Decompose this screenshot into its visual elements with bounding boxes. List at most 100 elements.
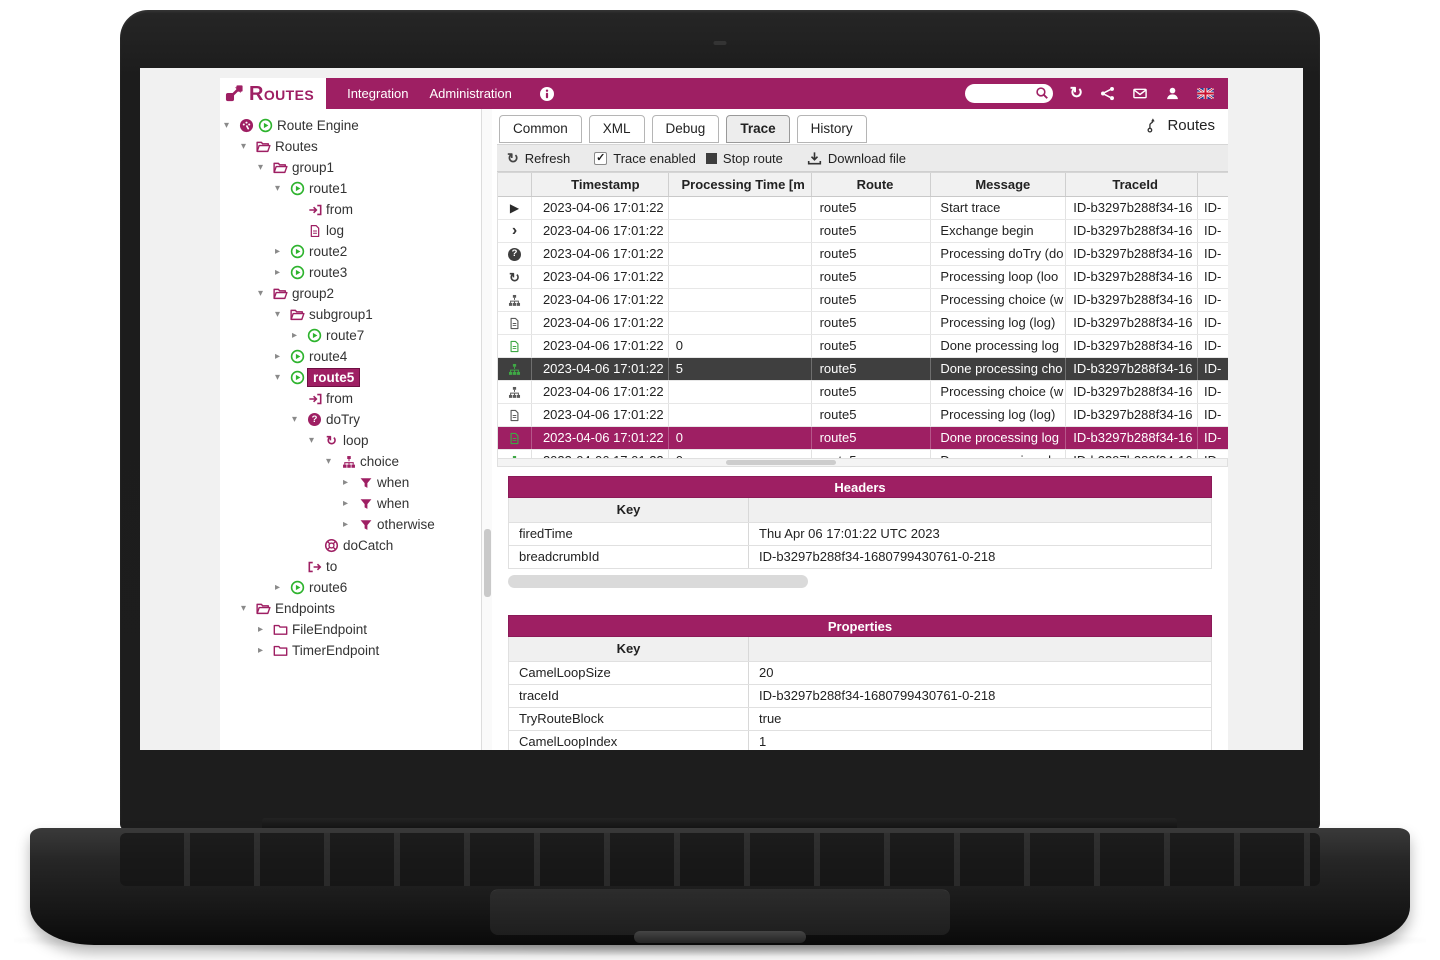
caret-down-icon[interactable] (241, 142, 254, 152)
table-row[interactable]: 2023-04-06 17:01:22route5Processing log … (498, 404, 1228, 427)
tree-node-group2[interactable]: group2 (220, 283, 492, 304)
tree-node-subgroup1[interactable]: subgroup1 (220, 304, 492, 325)
download-file-button[interactable]: Download file (807, 151, 906, 166)
tree-node-from[interactable]: from (220, 388, 492, 409)
search-box (965, 84, 1053, 103)
info-icon[interactable] (539, 86, 555, 102)
stop-route-button[interactable]: Stop route (706, 151, 783, 166)
caret-right-icon[interactable] (343, 478, 356, 488)
filter-icon (356, 518, 375, 532)
caret-down-icon[interactable] (258, 289, 271, 299)
tree-node-routes[interactable]: Routes (220, 136, 492, 157)
table-row[interactable]: 2023-04-06 17:01:22route5Processing log … (498, 312, 1228, 335)
tree-node-timerendpoint[interactable]: TimerEndpoint (220, 640, 492, 661)
share-icon[interactable] (1100, 86, 1115, 101)
tree-node-group1[interactable]: group1 (220, 157, 492, 178)
tree-node-to[interactable]: to (220, 556, 492, 577)
column-header-traceid[interactable]: TraceId (1066, 173, 1198, 196)
tab-common[interactable]: Common (499, 115, 582, 143)
tree-node-dotry[interactable]: doTry (220, 409, 492, 430)
refresh-icon (507, 151, 519, 165)
user-icon[interactable] (1165, 86, 1180, 101)
tree-scrollbar[interactable] (481, 109, 492, 750)
tree-node-otherwise[interactable]: otherwise (220, 514, 492, 535)
tree-node-choice[interactable]: choice (220, 451, 492, 472)
caret-right-icon[interactable] (258, 646, 271, 656)
brand[interactable]: Routes (220, 78, 326, 109)
download-file-label: Download file (828, 151, 906, 166)
tree-node-from[interactable]: from (220, 199, 492, 220)
table-row[interactable]: 2023-04-06 17:01:22route5Start traceID-b… (498, 197, 1228, 220)
tree-node-route1[interactable]: route1 (220, 178, 492, 199)
table-row[interactable]: 2023-04-06 17:01:22route5Exchange beginI… (498, 220, 1228, 243)
caret-down-icon[interactable] (258, 163, 271, 173)
refresh-icon[interactable]: ↻ (1070, 86, 1083, 102)
value-column-header (749, 498, 1211, 522)
cell-processing-time (669, 197, 812, 219)
table-row[interactable]: 2023-04-06 17:01:22route5Processing loop… (498, 266, 1228, 289)
menu-administration[interactable]: Administration (430, 86, 512, 101)
tree-node-docatch[interactable]: doCatch (220, 535, 492, 556)
caret-right-icon[interactable] (275, 247, 288, 257)
tree-node-route5-selected[interactable]: route5 (220, 367, 492, 388)
cell-route: route5 (812, 450, 932, 458)
column-header-timestamp[interactable]: Timestamp (532, 173, 669, 196)
refresh-button[interactable]: Refresh (507, 151, 570, 166)
caret-down-icon[interactable] (224, 121, 237, 131)
table-scrollbar-thumb[interactable] (726, 460, 836, 465)
table-row-selected-magenta[interactable]: 2023-04-06 17:01:220route5Done processin… (498, 427, 1228, 450)
column-header-exchangeid[interactable] (1198, 173, 1228, 196)
table-row[interactable]: 2023-04-06 17:01:220route5Done processin… (498, 450, 1228, 458)
caret-down-icon[interactable] (241, 604, 254, 614)
table-horizontal-scrollbar[interactable] (497, 458, 1228, 467)
mail-icon[interactable] (1132, 86, 1148, 101)
table-row[interactable]: 2023-04-06 17:01:22route5Processing choi… (498, 381, 1228, 404)
caret-down-icon[interactable] (326, 457, 339, 467)
caret-down-icon[interactable] (275, 310, 288, 320)
caret-right-icon[interactable] (343, 520, 356, 530)
tree-node-when[interactable]: when (220, 493, 492, 514)
table-row[interactable]: 2023-04-06 17:01:22route5Processing choi… (498, 289, 1228, 312)
tree-node-route6[interactable]: route6 (220, 577, 492, 598)
flag-icon-uk[interactable] (1197, 88, 1214, 99)
caret-right-icon[interactable] (275, 268, 288, 278)
caret-right-icon[interactable] (258, 625, 271, 635)
trace-enabled-toggle[interactable]: Trace enabled (594, 151, 696, 166)
tree-node-when[interactable]: when (220, 472, 492, 493)
caret-right-icon[interactable] (275, 352, 288, 362)
table-row-selected-dark[interactable]: 2023-04-06 17:01:225route5Done processin… (498, 358, 1228, 381)
caret-down-icon[interactable] (275, 373, 288, 383)
caret-right-icon[interactable] (275, 583, 288, 593)
play-circle-icon (288, 244, 307, 259)
trace-enabled-checkbox[interactable] (594, 152, 607, 165)
table-row[interactable]: 2023-04-06 17:01:22route5Processing doTr… (498, 243, 1228, 266)
headers-horizontal-scrollbar[interactable] (508, 575, 808, 588)
column-header-processing-time[interactable]: Processing Time [m (669, 173, 812, 196)
column-header-message[interactable]: Message (931, 173, 1066, 196)
table-row[interactable]: 2023-04-06 17:01:220route5Done processin… (498, 335, 1228, 358)
caret-down-icon[interactable] (275, 184, 288, 194)
caret-down-icon[interactable] (292, 415, 305, 425)
column-header-icon (498, 173, 532, 196)
tree-node-route3[interactable]: route3 (220, 262, 492, 283)
tree-node-route-engine[interactable]: Route Engine (220, 115, 492, 136)
menu-integration[interactable]: Integration (347, 86, 408, 101)
tab-trace[interactable]: Trace (726, 115, 789, 143)
column-header-route[interactable]: Route (812, 173, 932, 196)
tree-node-endpoints[interactable]: Endpoints (220, 598, 492, 619)
tree-node-route7[interactable]: route7 (220, 325, 492, 346)
tab-history[interactable]: History (797, 115, 867, 143)
tree-node-fileendpoint[interactable]: FileEndpoint (220, 619, 492, 640)
cell-message: Processing choice (w (931, 381, 1066, 403)
tab-xml[interactable]: XML (589, 115, 645, 143)
tree-node-route4[interactable]: route4 (220, 346, 492, 367)
tree-node-route2[interactable]: route2 (220, 241, 492, 262)
tree-scrollbar-thumb[interactable] (484, 529, 491, 597)
tab-debug[interactable]: Debug (652, 115, 720, 143)
tree-node-loop[interactable]: loop (220, 430, 492, 451)
tree-node-log[interactable]: log (220, 220, 492, 241)
caret-down-icon[interactable] (309, 436, 322, 446)
caret-right-icon[interactable] (292, 331, 305, 341)
search-icon[interactable] (1035, 86, 1049, 103)
caret-right-icon[interactable] (343, 499, 356, 509)
